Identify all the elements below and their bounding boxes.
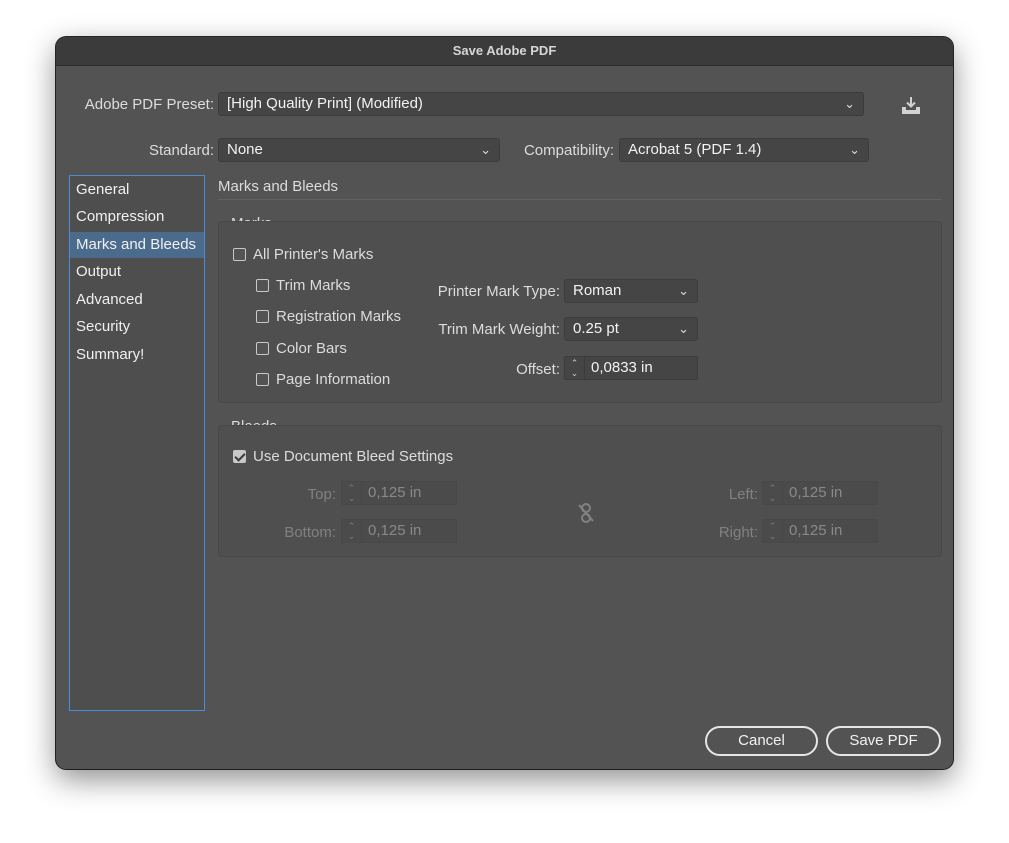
compatibility-dropdown[interactable]: Acrobat 5 (PDF 1.4) ⌄	[619, 138, 869, 162]
printer-mark-type-dropdown[interactable]: Roman ⌄	[564, 279, 698, 303]
bleed-right-value: 0,125 in	[789, 522, 843, 539]
offset-input[interactable]: ⌃ ⌄ 0,0833 in	[564, 356, 698, 380]
bleed-top-stepper[interactable]: ⌃ ⌄	[342, 482, 362, 504]
sidebar-list: General Compression Marks and Bleeds Out…	[69, 175, 205, 711]
offset-value: 0,0833 in	[591, 359, 653, 376]
bleed-left-value: 0,125 in	[789, 484, 843, 501]
sidebar-item-output[interactable]: Output	[70, 259, 204, 285]
trim-mark-weight-value: 0.25 pt	[573, 320, 619, 337]
bleed-right-input[interactable]: ⌃ ⌄ 0,125 in	[762, 519, 878, 543]
chevron-down-icon: ⌄	[678, 283, 689, 298]
bleed-bottom-input[interactable]: ⌃ ⌄ 0,125 in	[341, 519, 457, 543]
preset-dropdown[interactable]: [High Quality Print] (Modified) ⌄	[218, 92, 864, 116]
bleed-top-value: 0,125 in	[368, 484, 422, 501]
offset-stepper[interactable]: ⌃ ⌄	[565, 357, 585, 379]
sidebar-item-general[interactable]: General	[70, 177, 204, 203]
sidebar-item-marks-and-bleeds[interactable]: Marks and Bleeds	[70, 232, 204, 258]
sidebar-item-compression[interactable]: Compression	[70, 204, 204, 230]
bleed-top-input[interactable]: ⌃ ⌄ 0,125 in	[341, 481, 457, 505]
bleed-bottom-value: 0,125 in	[368, 522, 422, 539]
bleed-right-label: Right:	[718, 524, 758, 541]
printer-mark-type-value: Roman	[573, 282, 622, 299]
page-information-label: Page Information	[276, 371, 391, 388]
panel-heading: Marks and Bleeds	[218, 178, 339, 195]
preset-value: [High Quality Print] (Modified)	[227, 95, 423, 112]
compatibility-value: Acrobat 5 (PDF 1.4)	[628, 141, 762, 158]
sidebar-item-security[interactable]: Security	[70, 314, 204, 340]
chevron-down-icon: ⌄	[480, 142, 491, 157]
bleed-left-input[interactable]: ⌃ ⌄ 0,125 in	[762, 481, 878, 505]
unlink-icon[interactable]	[576, 502, 596, 524]
registration-marks-label: Registration Marks	[276, 308, 402, 325]
sidebar-item-summary[interactable]: Summary!	[70, 342, 204, 368]
trim-mark-weight-dropdown[interactable]: 0.25 pt ⌄	[564, 317, 698, 341]
bleed-top-label: Top:	[307, 486, 336, 503]
bleed-left-label: Left:	[728, 486, 758, 503]
chevron-down-icon: ⌄	[849, 142, 860, 157]
trim-marks-label: Trim Marks	[276, 277, 351, 294]
cancel-button[interactable]: Cancel	[705, 726, 818, 756]
use-document-bleed-checkbox[interactable]	[233, 450, 246, 463]
chevron-down-icon: ⌄	[844, 96, 855, 111]
bleed-right-stepper[interactable]: ⌃ ⌄	[763, 520, 783, 542]
bleed-bottom-label: Bottom:	[284, 524, 336, 541]
bleed-bottom-stepper[interactable]: ⌃ ⌄	[342, 520, 362, 542]
registration-marks-checkbox[interactable]	[256, 310, 269, 323]
offset-label: Offset:	[516, 361, 560, 378]
save-pdf-button[interactable]: Save PDF	[826, 726, 941, 756]
color-bars-label: Color Bars	[276, 340, 347, 357]
sidebar-item-advanced[interactable]: Advanced	[70, 287, 204, 313]
bleed-left-stepper[interactable]: ⌃ ⌄	[763, 482, 783, 504]
trim-mark-weight-label: Trim Mark Weight:	[438, 321, 560, 338]
printer-mark-type-label: Printer Mark Type:	[437, 283, 560, 300]
save-preset-icon[interactable]	[899, 95, 923, 117]
dialog-title: Save Adobe PDF	[56, 37, 953, 66]
preset-label: Adobe PDF Preset:	[84, 96, 214, 113]
standard-value: None	[227, 141, 263, 158]
page-information-checkbox[interactable]	[256, 373, 269, 386]
chevron-down-icon: ⌄	[678, 321, 689, 336]
standard-label: Standard:	[148, 142, 214, 159]
standard-dropdown[interactable]: None ⌄	[218, 138, 500, 162]
save-pdf-dialog: Save Adobe PDF Adobe PDF Preset: [High Q…	[56, 37, 953, 769]
all-printers-marks-checkbox[interactable]	[233, 248, 246, 261]
all-printers-marks-label: All Printer's Marks	[253, 246, 374, 263]
use-document-bleed-label: Use Document Bleed Settings	[253, 448, 454, 465]
heading-divider	[218, 199, 941, 200]
color-bars-checkbox[interactable]	[256, 342, 269, 355]
trim-marks-checkbox[interactable]	[256, 279, 269, 292]
compatibility-label: Compatibility:	[523, 142, 614, 159]
